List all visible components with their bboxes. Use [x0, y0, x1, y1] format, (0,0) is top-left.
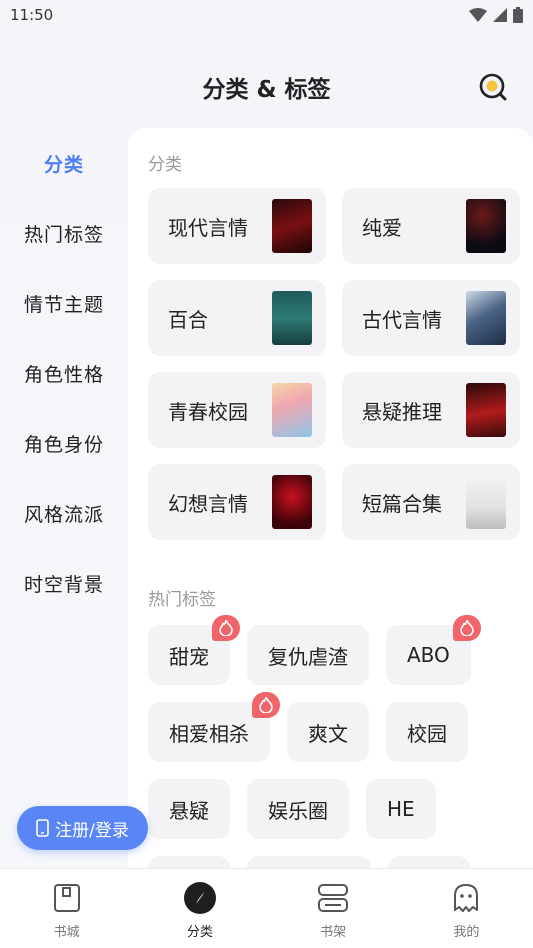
category-label: 百合 — [168, 307, 208, 332]
nav-item-category[interactable]: 分类 — [133, 869, 266, 948]
category-label: 短篇合集 — [362, 491, 442, 516]
category-card-pure-love[interactable]: 纯爱 — [342, 188, 520, 264]
tag-row: 悬疑 娱乐圈 HE — [148, 779, 518, 839]
book-icon — [50, 881, 84, 915]
search-button[interactable] — [477, 71, 509, 103]
category-grid: 现代言情 纯爱 百合 古代言情 青春校园 悬疑推理 幻想言情 短篇合集 — [148, 188, 520, 540]
tag-row: 甜宠 复仇虐渣 ABO — [148, 615, 518, 685]
tag-partial[interactable] — [247, 856, 371, 868]
compass-icon — [183, 881, 217, 915]
sidebar-item-hot-tags[interactable]: 热门标签 — [0, 198, 128, 268]
book-cover-image — [272, 383, 312, 437]
nav-label: 分类 — [186, 925, 213, 940]
tag-row-partial — [148, 856, 518, 868]
category-label: 纯爱 — [362, 215, 402, 240]
flame-icon — [459, 620, 474, 636]
category-label: 悬疑推理 — [362, 399, 442, 424]
status-time: 11:50 — [10, 6, 54, 24]
book-cover-image — [466, 291, 506, 345]
hot-badge — [212, 615, 240, 641]
category-card-modern-romance[interactable]: 现代言情 — [148, 188, 326, 264]
category-label: 青春校园 — [168, 399, 248, 424]
tag-row: 相爱相杀 爽文 校园 — [148, 692, 518, 762]
tag-abo[interactable]: ABO — [386, 615, 481, 685]
hot-badge — [252, 692, 280, 718]
search-icon — [479, 73, 507, 101]
nav-item-bookstore[interactable]: 书城 — [0, 869, 133, 948]
tag-sweet-pampering[interactable]: 甜宠 — [148, 615, 240, 685]
sidebar: 分类 热门标签 情节主题 角色性格 角色身份 风格流派 时空背景 — [0, 128, 128, 868]
category-label: 幻想言情 — [168, 491, 248, 516]
book-cover-image — [466, 383, 506, 437]
book-cover-image — [272, 291, 312, 345]
tag-label: 复仇虐渣 — [268, 644, 348, 669]
hot-tags-section-title: 热门标签 — [148, 590, 216, 610]
tag-entertainment[interactable]: 娱乐圈 — [247, 779, 349, 839]
book-cover-image — [466, 475, 506, 529]
category-label: 现代言情 — [168, 215, 248, 240]
nav-label: 书架 — [320, 925, 347, 940]
sidebar-item-category[interactable]: 分类 — [0, 128, 128, 198]
category-label: 古代言情 — [362, 307, 442, 332]
nav-item-bookshelf[interactable]: 书架 — [267, 869, 400, 948]
tag-label: 校园 — [407, 721, 447, 746]
tag-label: 娱乐圈 — [268, 798, 328, 823]
phone-icon — [36, 819, 49, 837]
tag-label: ABO — [407, 643, 450, 667]
wifi-icon — [469, 8, 487, 22]
book-cover-image — [272, 475, 312, 529]
status-bar: 11:50 — [0, 0, 533, 30]
signal-icon — [493, 8, 507, 22]
nav-label: 书城 — [53, 925, 80, 940]
page-title: 分类 & 标签 — [202, 77, 331, 103]
tag-label: 悬疑 — [169, 798, 209, 823]
sidebar-item-era-setting[interactable]: 时空背景 — [0, 548, 128, 618]
header: 分类 & 标签 — [0, 62, 533, 112]
content-panel: 分类 现代言情 纯爱 百合 古代言情 青春校园 悬疑推理 幻想言情 短篇合集 热… — [128, 128, 533, 868]
book-cover-image — [272, 199, 312, 253]
ghost-icon — [449, 881, 483, 915]
sidebar-item-plot-themes[interactable]: 情节主题 — [0, 268, 128, 338]
tag-power-fantasy[interactable]: 爽文 — [287, 702, 369, 762]
book-cover-image — [466, 199, 506, 253]
sidebar-item-character-identity[interactable]: 角色身份 — [0, 408, 128, 478]
battery-icon — [513, 7, 523, 23]
category-card-mystery[interactable]: 悬疑推理 — [342, 372, 520, 448]
tag-campus[interactable]: 校园 — [386, 702, 468, 762]
tag-revenge[interactable]: 复仇虐渣 — [247, 625, 369, 685]
sidebar-item-style-genre[interactable]: 风格流派 — [0, 478, 128, 548]
tag-label: 爽文 — [308, 721, 348, 746]
tag-label: 甜宠 — [169, 644, 209, 669]
tag-partial[interactable] — [388, 856, 470, 868]
tag-suspense[interactable]: 悬疑 — [148, 779, 230, 839]
hot-tags-list: 甜宠 复仇虐渣 ABO 相爱相杀 爽文 校园 悬疑 娱乐圈 HE — [148, 615, 518, 868]
categories-section-title: 分类 — [148, 155, 182, 175]
tag-he[interactable]: HE — [366, 779, 436, 839]
tag-partial[interactable] — [148, 856, 230, 868]
tag-label: HE — [387, 797, 415, 821]
category-card-fantasy-romance[interactable]: 幻想言情 — [148, 464, 326, 540]
bottom-nav: 书城 分类 书架 我的 — [0, 868, 533, 948]
flame-icon — [219, 620, 233, 636]
tag-love-hate[interactable]: 相爱相杀 — [148, 692, 280, 762]
bookshelf-icon — [316, 881, 350, 915]
status-icons — [469, 7, 523, 23]
tag-label: 相爱相杀 — [169, 721, 249, 746]
category-card-yuri[interactable]: 百合 — [148, 280, 326, 356]
nav-item-profile[interactable]: 我的 — [400, 869, 533, 948]
hot-badge — [452, 615, 481, 641]
nav-label: 我的 — [453, 925, 480, 940]
sidebar-item-character-personality[interactable]: 角色性格 — [0, 338, 128, 408]
category-card-ancient-romance[interactable]: 古代言情 — [342, 280, 520, 356]
login-register-button[interactable]: 注册/登录 — [17, 806, 148, 850]
flame-icon — [259, 697, 273, 713]
category-card-short-collection[interactable]: 短篇合集 — [342, 464, 520, 540]
category-card-youth-campus[interactable]: 青春校园 — [148, 372, 326, 448]
login-register-label: 注册/登录 — [55, 820, 129, 841]
